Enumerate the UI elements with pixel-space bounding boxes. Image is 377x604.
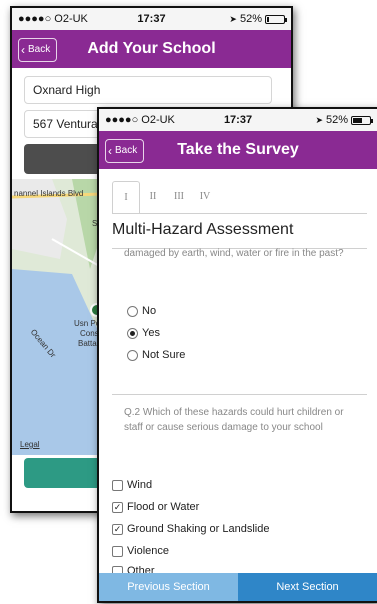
q2-option-wind[interactable]: Wind	[112, 479, 152, 491]
back-button[interactable]: ‹ Back	[105, 139, 145, 163]
option-label: Flood or Water	[127, 501, 200, 513]
radio-button[interactable]	[127, 305, 138, 317]
status-bar: ●●●●○ O2-UK 17:37 ➤ 52%	[99, 109, 377, 131]
tab-section-4[interactable]: IV	[192, 181, 218, 213]
battery-icon	[351, 115, 374, 125]
radio-button[interactable]	[127, 349, 138, 361]
previous-section-button[interactable]: Previous Section	[99, 573, 238, 601]
tab-section-3[interactable]: III	[166, 181, 192, 213]
radio-button[interactable]	[127, 327, 138, 339]
map-label: nannel Islands Blvd	[14, 189, 84, 198]
tab-section-1[interactable]: I	[112, 181, 140, 213]
q1-option-not-sure[interactable]: Not Sure	[127, 349, 185, 361]
option-label: Yes	[142, 327, 160, 339]
page-title: Take the Survey	[177, 141, 299, 158]
battery-icon	[265, 14, 287, 24]
q1-option-yes[interactable]: Yes	[127, 327, 160, 339]
carrier-label: ●●●●○ O2-UK	[105, 114, 175, 126]
map-legal-link[interactable]: Legal	[20, 440, 40, 449]
option-label: No	[142, 305, 157, 317]
section-footer: Previous Section Next Section	[99, 573, 377, 601]
back-label: Back	[115, 145, 138, 156]
section-tabs: I II III IV	[112, 181, 367, 214]
back-button[interactable]: ‹ Back	[18, 38, 58, 62]
q2-option-flood[interactable]: ✓ Flood or Water	[112, 501, 199, 513]
checkbox[interactable]	[112, 479, 123, 491]
school-name-field[interactable]: Oxnard High	[24, 76, 272, 104]
clock: 17:37	[137, 13, 166, 25]
checkbox[interactable]	[112, 545, 123, 557]
back-label: Back	[28, 44, 51, 55]
carrier-label: ●●●●○ O2-UK	[18, 13, 88, 25]
question-2-text: Q.2 Which of these hazards could hurt ch…	[124, 407, 344, 433]
status-bar: ●●●●○ O2-UK 17:37 ➤ 52%	[12, 8, 291, 30]
q1-option-no[interactable]: No	[127, 305, 156, 317]
tab-section-2[interactable]: II	[140, 181, 166, 213]
chevron-left-icon: ‹	[108, 144, 112, 158]
location-icon: ➤	[315, 114, 323, 125]
checkbox[interactable]: ✓	[112, 501, 123, 513]
clock: 17:37	[223, 114, 253, 126]
q2-option-ground-shaking[interactable]: ✓ Ground Shaking or Landslide	[112, 523, 269, 535]
divider	[112, 394, 367, 395]
chevron-left-icon: ‹	[21, 43, 25, 57]
page-title: Add Your School	[87, 40, 216, 57]
section-title: Multi-Hazard Assessment	[112, 221, 294, 238]
next-section-button[interactable]: Next Section	[238, 573, 377, 601]
question-1-text: damaged by earth, wind, water or fire in…	[124, 248, 344, 259]
option-label: Ground Shaking or Landslide	[127, 523, 270, 535]
q2-option-violence[interactable]: Violence	[112, 545, 169, 557]
option-label: Not Sure	[142, 349, 186, 361]
survey-screen: ●●●●○ O2-UK 17:37 ➤ 52% ‹ Back Take the …	[97, 107, 377, 603]
battery-percent: 52%	[239, 13, 262, 25]
option-label: Wind	[127, 479, 153, 491]
nav-bar: ‹ Back Add Your School	[12, 30, 291, 68]
battery-percent: 52%	[325, 114, 349, 126]
option-label: Violence	[127, 545, 169, 557]
location-icon: ➤	[229, 13, 237, 24]
nav-bar: ‹ Back Take the Survey	[99, 131, 377, 169]
checkbox[interactable]: ✓	[112, 523, 123, 535]
